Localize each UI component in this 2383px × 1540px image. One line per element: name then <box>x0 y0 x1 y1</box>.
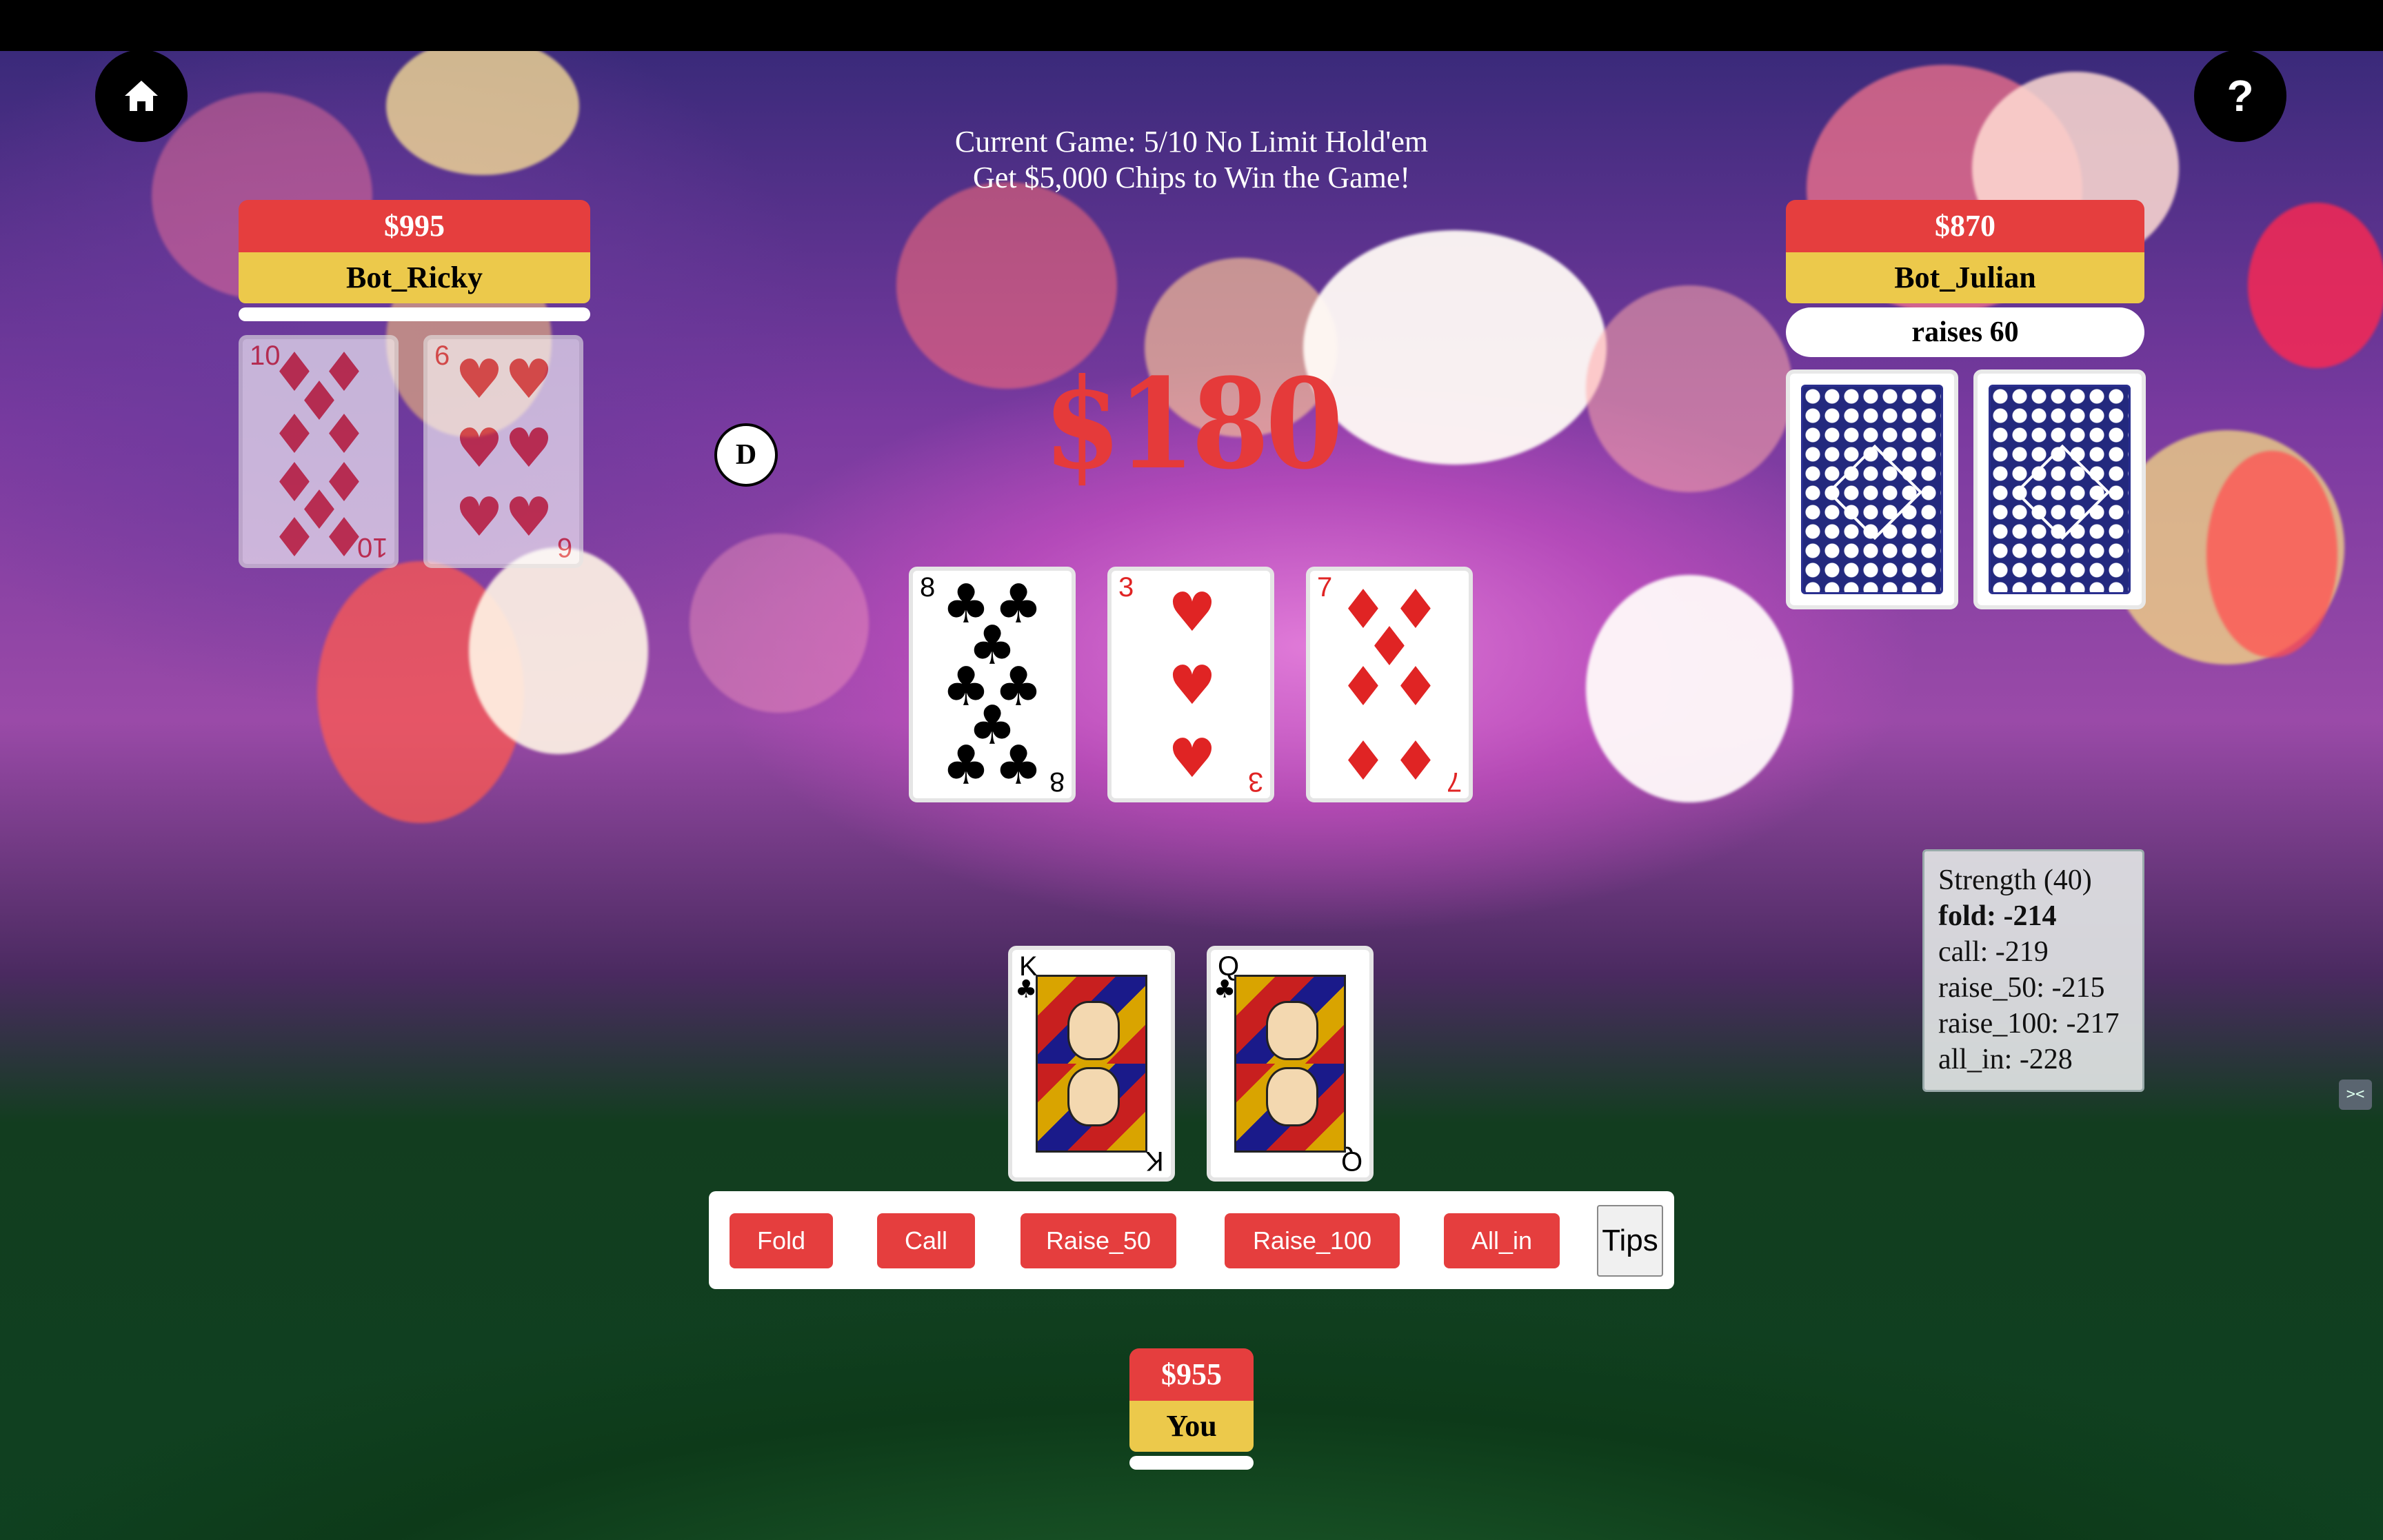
strength-all-in: all_in: -228 <box>1938 1044 2073 1075</box>
player-chips: $870 <box>1786 200 2144 252</box>
tips-button[interactable]: Tips <box>1597 1205 1663 1277</box>
diamond-icon: ♦ <box>320 507 368 568</box>
strength-call: call: -219 <box>1938 936 2049 968</box>
strength-raise-100: raise_100: -217 <box>1938 1008 2120 1040</box>
club-icon: ♣ <box>1214 975 1236 1004</box>
card-rank-bottom: 8 <box>1049 767 1065 797</box>
pot-amount: $180 <box>1043 352 1343 497</box>
heart-icon: ♥ <box>455 418 503 480</box>
diamond-icon: ♦ <box>1339 656 1387 718</box>
heart-icon: ♥ <box>1168 728 1216 790</box>
strength-raise-50: raise_50: -215 <box>1938 972 2105 1004</box>
card-rank-bottom: 3 <box>1247 767 1263 797</box>
player-name: You <box>1129 1401 1254 1452</box>
player-bot-ricky: $995 Bot_Ricky <box>239 200 590 321</box>
question-mark-icon: ? <box>2226 71 2254 121</box>
board-card-3: 7 7 ♦ ♦ ♦ ♦ ♦ ♦ ♦ <box>1306 567 1473 802</box>
queen-face-illustration <box>1234 975 1346 1153</box>
action-controls: Fold Call Raise_50 Raise_100 All_in Tips <box>709 1191 1674 1289</box>
diamond-icon: ♦ <box>270 507 319 568</box>
heart-icon: ♥ <box>505 418 553 480</box>
player-action: raises 60 <box>1786 307 2144 357</box>
board-card-1: 8 8 ♣ ♣ ♣ ♣ ♣ ♣ ♣ ♣ <box>909 567 1076 802</box>
diamond-icon: ♦ <box>1391 656 1440 718</box>
club-icon: ♣ <box>1015 975 1038 1004</box>
ricky-card-1: 10 10 ♦ ♦ ♦ ♦ ♦ ♦ ♦ ♦ ♦ ♦ <box>239 335 399 568</box>
player-name: Bot_Julian <box>1786 252 2144 303</box>
all-in-button[interactable]: All_in <box>1444 1213 1560 1268</box>
raise-100-button[interactable]: Raise_100 <box>1225 1213 1400 1268</box>
board-card-2: 3 3 ♥ ♥ ♥ <box>1107 567 1274 802</box>
card-rank-bottom: 7 <box>1446 767 1462 797</box>
diamond-icon: ♦ <box>1391 731 1440 793</box>
card-rank: 3 <box>1118 572 1134 602</box>
side-panel-toggle-icon[interactable]: >< <box>2339 1080 2372 1110</box>
strength-title: Strength (40) <box>1938 864 2092 896</box>
win-goal-text: Get $5,000 Chips to Win the Game! <box>972 161 1411 194</box>
fold-button[interactable]: Fold <box>730 1213 833 1268</box>
king-face-illustration <box>1036 975 1147 1153</box>
home-icon <box>125 81 158 111</box>
heart-icon: ♥ <box>1168 582 1216 644</box>
ricky-card-2: 6 6 ♥ ♥ ♥ ♥ ♥ ♥ <box>423 335 583 568</box>
heart-icon: ♥ <box>505 487 553 549</box>
diamond-icon: ♦ <box>1339 731 1387 793</box>
player-action <box>239 307 590 321</box>
player-name: Bot_Ricky <box>239 252 590 303</box>
heart-icon: ♥ <box>455 487 503 549</box>
current-game-text: Current Game: 5/10 No Limit Hold'em <box>954 125 1429 159</box>
strength-fold: fold: -214 <box>1938 900 2057 932</box>
your-card-1: K K ♣ <box>1008 946 1175 1182</box>
julian-card-back-2 <box>1973 369 2146 609</box>
heart-icon: ♥ <box>505 349 553 411</box>
player-chips: $995 <box>239 200 590 252</box>
raise-50-button[interactable]: Raise_50 <box>1020 1213 1176 1268</box>
club-icon: ♣ <box>942 735 990 797</box>
card-rank: 7 <box>1317 572 1333 602</box>
heart-icon: ♥ <box>455 349 503 411</box>
player-you: $955 You <box>1129 1348 1254 1470</box>
card-rank-bottom: 6 <box>556 532 572 563</box>
help-button[interactable]: ? <box>2194 50 2286 142</box>
julian-card-back-1 <box>1786 369 1958 609</box>
top-bar <box>0 0 2383 51</box>
card-rank: 8 <box>920 572 936 602</box>
dealer-button: D <box>714 423 778 487</box>
player-bot-julian: $870 Bot_Julian raises 60 <box>1786 200 2144 357</box>
strength-tips-panel: Strength (40) fold: -214 call: -219 rais… <box>1922 849 2144 1092</box>
game-info: Current Game: 5/10 No Limit Hold'em Get … <box>862 124 1521 196</box>
club-icon: ♣ <box>994 735 1043 797</box>
card-rank-bottom: K <box>1145 1146 1164 1176</box>
home-button[interactable] <box>95 50 188 142</box>
heart-icon: ♥ <box>1168 655 1216 717</box>
player-action <box>1129 1456 1254 1470</box>
call-button[interactable]: Call <box>877 1213 975 1268</box>
card-rank: 6 <box>434 341 450 371</box>
player-chips: $955 <box>1129 1348 1254 1401</box>
your-card-2: Q Q ♣ <box>1207 946 1374 1182</box>
